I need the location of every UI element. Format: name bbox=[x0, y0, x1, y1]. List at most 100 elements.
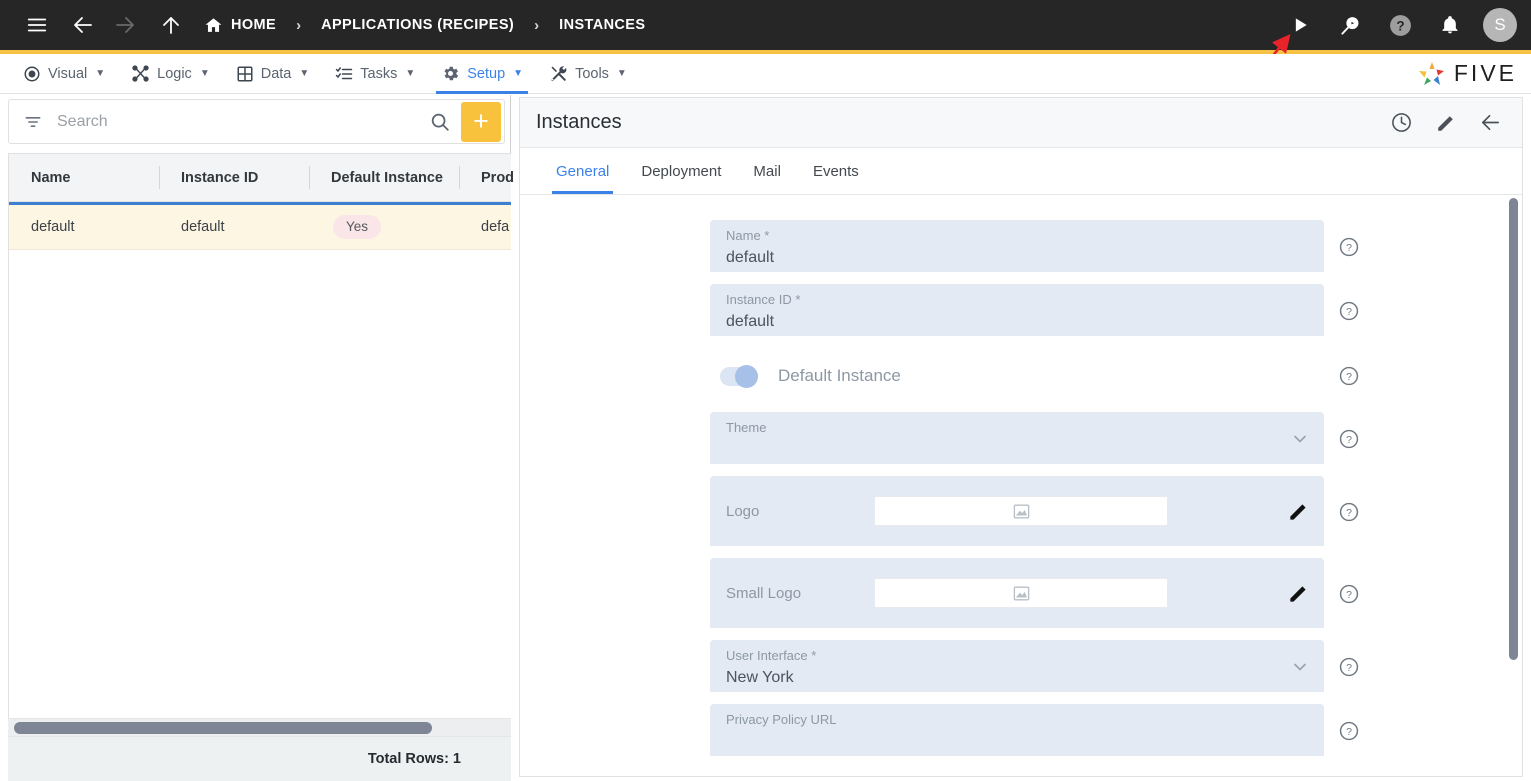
chevron-down-icon: ▼ bbox=[405, 68, 416, 79]
history-clock-icon[interactable] bbox=[1390, 111, 1413, 134]
instances-grid: Name Instance ID Default Instance Prod d… bbox=[8, 153, 514, 781]
default-instance-toggle[interactable] bbox=[720, 364, 758, 388]
user-interface-select-label: User Interface * bbox=[726, 648, 817, 663]
chevron-down-icon: ▼ bbox=[616, 68, 627, 79]
search-run-icon[interactable] bbox=[1333, 8, 1367, 42]
svg-text:?: ? bbox=[1346, 306, 1352, 318]
svg-text:?: ? bbox=[1346, 242, 1352, 254]
name-field-value: default bbox=[726, 248, 775, 266]
hamburger-icon[interactable] bbox=[20, 8, 54, 42]
search-input[interactable] bbox=[57, 112, 429, 131]
menu-item-tasks[interactable]: Tasks ▼ bbox=[322, 54, 428, 94]
add-instance-button[interactable]: + bbox=[461, 101, 501, 142]
svg-text:?: ? bbox=[1346, 371, 1352, 383]
small-logo-field-label: Small Logo bbox=[726, 584, 802, 602]
menu-item-visual[interactable]: Visual ▼ bbox=[10, 54, 118, 94]
help-circle-icon[interactable]: ? bbox=[1338, 428, 1360, 450]
vertical-scrollbar-thumb[interactable] bbox=[1509, 198, 1518, 660]
column-header-name[interactable]: Name bbox=[9, 154, 159, 201]
filter-icon[interactable] bbox=[23, 112, 43, 132]
chevron-down-icon[interactable] bbox=[1290, 429, 1310, 454]
search-icon[interactable] bbox=[429, 111, 451, 133]
tools-wrench-icon bbox=[549, 64, 568, 83]
theme-select[interactable]: Theme bbox=[710, 412, 1324, 464]
tab-events[interactable]: Events bbox=[797, 148, 875, 194]
field-row-theme: Theme ? bbox=[710, 412, 1360, 464]
tab-general[interactable]: General bbox=[540, 148, 625, 194]
back-arrow-icon[interactable] bbox=[1479, 111, 1502, 134]
cell-default-instance: Yes bbox=[309, 205, 459, 249]
column-header-default-instance[interactable]: Default Instance bbox=[309, 154, 459, 201]
menu-label-data: Data bbox=[260, 65, 292, 82]
svg-text:?: ? bbox=[1346, 726, 1352, 738]
help-circle-icon[interactable]: ? bbox=[1338, 656, 1360, 678]
svg-text:?: ? bbox=[1346, 507, 1352, 519]
breadcrumb: HOME › APPLICATIONS (RECIPES) › INSTANCE… bbox=[204, 16, 645, 35]
field-row-default-instance: Default Instance ? bbox=[710, 348, 1360, 404]
back-arrow-icon[interactable] bbox=[66, 8, 100, 42]
help-circle-icon[interactable]: ? bbox=[1383, 8, 1417, 42]
top-bar-actions: ? S bbox=[1283, 0, 1517, 50]
image-placeholder-icon bbox=[1012, 502, 1031, 521]
name-field[interactable]: Name * default bbox=[710, 220, 1324, 272]
menu-label-visual: Visual bbox=[48, 65, 88, 82]
help-circle-icon[interactable]: ? bbox=[1338, 720, 1360, 742]
breadcrumb-item-instances[interactable]: INSTANCES bbox=[559, 17, 645, 33]
menu-item-data[interactable]: Data ▼ bbox=[223, 54, 323, 94]
instance-id-field-value: default bbox=[726, 312, 775, 330]
chevron-down-icon[interactable] bbox=[1290, 657, 1310, 682]
chevron-down-icon: ▼ bbox=[95, 68, 106, 79]
user-interface-select-value: New York bbox=[726, 668, 794, 686]
up-arrow-icon[interactable] bbox=[154, 8, 188, 42]
small-logo-preview[interactable] bbox=[874, 578, 1168, 608]
run-play-icon[interactable] bbox=[1283, 8, 1317, 42]
field-row-name: Name * default ? bbox=[710, 220, 1360, 272]
five-star-mark bbox=[1418, 61, 1444, 85]
tab-deployment[interactable]: Deployment bbox=[625, 148, 737, 194]
horizontal-scrollbar[interactable] bbox=[8, 718, 511, 736]
small-logo-field[interactable]: Small Logo bbox=[710, 558, 1324, 628]
table-grid-icon bbox=[236, 65, 254, 83]
breadcrumb-item-home[interactable]: HOME bbox=[204, 16, 276, 35]
table-row[interactable]: default default Yes defa bbox=[9, 202, 511, 250]
help-circle-icon[interactable]: ? bbox=[1338, 365, 1360, 387]
detail-tabs: General Deployment Mail Events bbox=[520, 148, 1522, 195]
horizontal-scrollbar-thumb[interactable] bbox=[14, 722, 432, 734]
name-field-label: Name * bbox=[726, 228, 770, 243]
top-bar: HOME › APPLICATIONS (RECIPES) › INSTANCE… bbox=[0, 0, 1531, 50]
cell-name: default bbox=[31, 219, 75, 235]
logo-field[interactable]: Logo bbox=[710, 476, 1324, 546]
chevron-down-icon: ▼ bbox=[513, 68, 524, 79]
edit-logo-pencil-icon[interactable] bbox=[1287, 500, 1310, 523]
logo-preview[interactable] bbox=[874, 496, 1168, 526]
avatar[interactable]: S bbox=[1483, 8, 1517, 42]
help-circle-icon[interactable]: ? bbox=[1338, 300, 1360, 322]
forward-arrow-icon[interactable] bbox=[108, 8, 142, 42]
help-circle-icon[interactable]: ? bbox=[1338, 501, 1360, 523]
menu-item-tools[interactable]: Tools ▼ bbox=[536, 54, 640, 94]
privacy-policy-url-field[interactable]: Privacy Policy URL bbox=[710, 704, 1324, 756]
tab-mail[interactable]: Mail bbox=[737, 148, 797, 194]
help-circle-icon[interactable]: ? bbox=[1338, 583, 1360, 605]
notifications-bell-icon[interactable] bbox=[1433, 8, 1467, 42]
chevron-down-icon: ▼ bbox=[299, 68, 310, 79]
task-list-icon bbox=[335, 65, 353, 83]
five-brand-logo: FIVE bbox=[1417, 60, 1517, 88]
column-header-instance-id[interactable]: Instance ID bbox=[159, 154, 309, 201]
privacy-policy-url-label: Privacy Policy URL bbox=[726, 712, 837, 727]
vertical-scrollbar[interactable] bbox=[1506, 198, 1520, 664]
help-circle-icon[interactable]: ? bbox=[1338, 236, 1360, 258]
breadcrumb-item-applications[interactable]: APPLICATIONS (RECIPES) bbox=[321, 17, 514, 33]
logic-nodes-icon bbox=[131, 64, 150, 83]
chevron-down-icon: ▼ bbox=[199, 68, 210, 79]
user-interface-select[interactable]: User Interface * New York bbox=[710, 640, 1324, 692]
menu-label-tasks: Tasks bbox=[360, 65, 398, 82]
edit-small-logo-pencil-icon[interactable] bbox=[1287, 582, 1310, 605]
instance-id-field[interactable]: Instance ID * default bbox=[710, 284, 1324, 336]
edit-pencil-icon[interactable] bbox=[1435, 112, 1457, 134]
cell-instance-id: default bbox=[181, 219, 225, 235]
breadcrumb-label-home: HOME bbox=[231, 17, 277, 33]
menu-item-setup[interactable]: Setup ▼ bbox=[428, 54, 536, 94]
menu-item-logic[interactable]: Logic ▼ bbox=[118, 54, 223, 94]
menu-label-logic: Logic bbox=[157, 65, 192, 82]
